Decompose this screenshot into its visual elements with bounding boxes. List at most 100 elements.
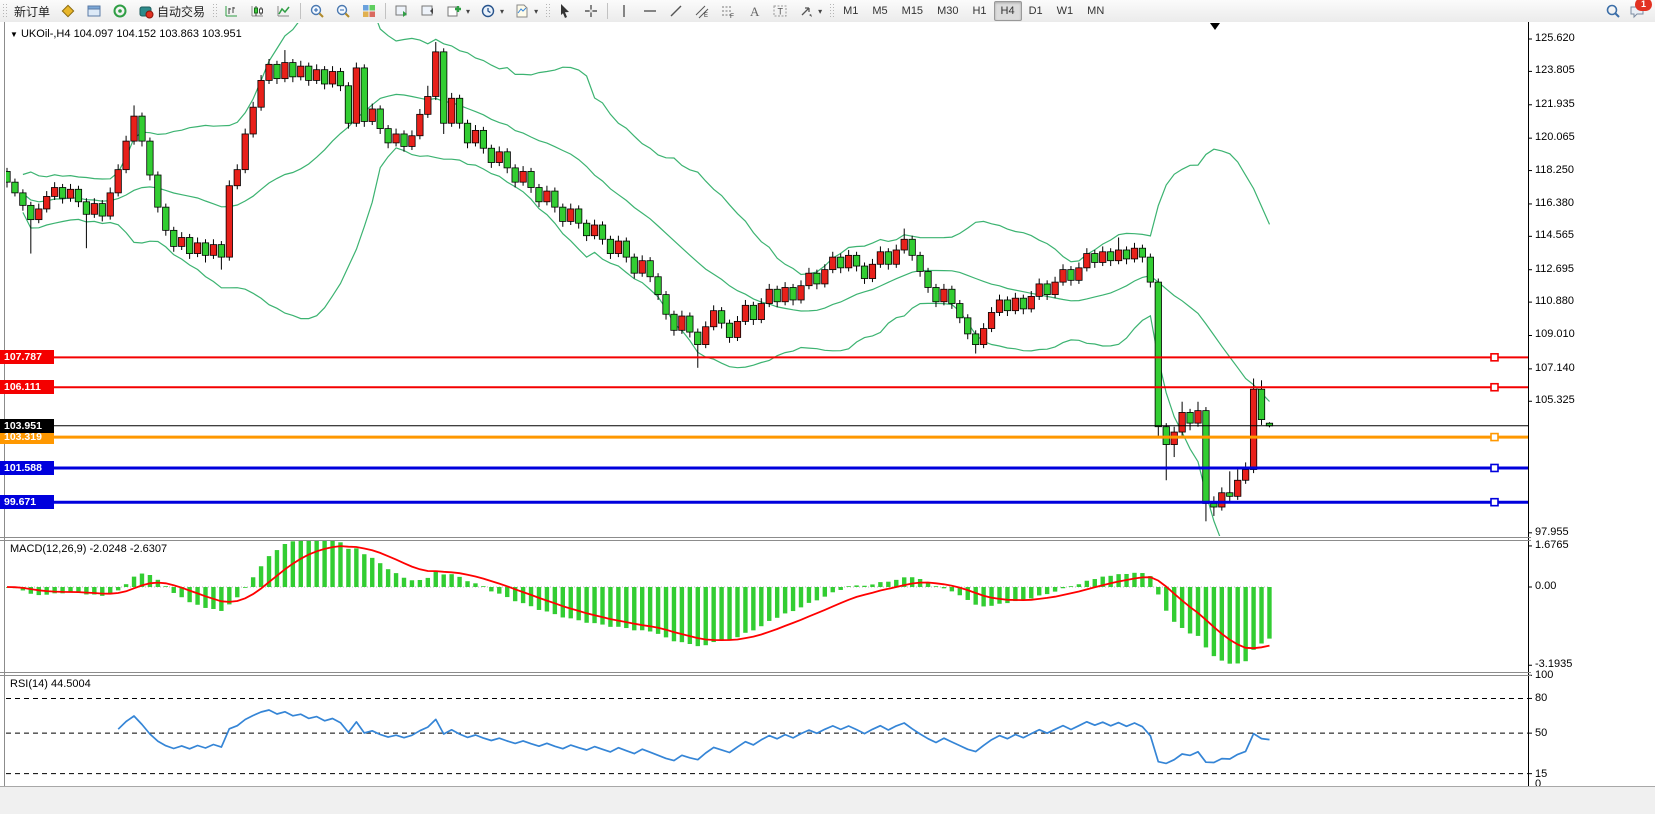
vertical-line-button[interactable]	[611, 1, 637, 21]
market-watch-icon	[60, 3, 76, 19]
candle	[163, 207, 169, 230]
dropdown-arrow-icon: ▾	[466, 7, 470, 16]
candle	[4, 171, 10, 182]
horizontal-line-button[interactable]	[637, 1, 663, 21]
macd-histogram-bar	[402, 578, 406, 587]
candle	[869, 264, 875, 278]
chart-shift-button[interactable]	[415, 1, 441, 21]
bar-chart-button[interactable]	[219, 1, 245, 21]
new-chart-button[interactable]: ▾	[441, 1, 475, 21]
candle	[496, 152, 502, 163]
toolbar-grip[interactable]	[545, 3, 550, 19]
equidistant-channel-button[interactable]: E	[689, 1, 715, 21]
candle	[1044, 284, 1050, 295]
crosshair-button[interactable]	[578, 1, 604, 21]
macd-histogram-bar	[997, 587, 1001, 604]
macd-histogram-bar	[719, 587, 723, 640]
timeframe-h1[interactable]: H1	[965, 1, 993, 21]
macd-histogram-bar	[100, 587, 104, 596]
timeframe-m15[interactable]: M15	[895, 1, 930, 21]
candle	[1107, 252, 1113, 261]
text-button[interactable]: A	[741, 1, 767, 21]
toolbar: 新订单 自动交易	[0, 0, 1655, 23]
timeframe-m1[interactable]: M1	[836, 1, 865, 21]
templates-button[interactable]: ▾	[509, 1, 543, 21]
autotrading-button[interactable]: 自动交易	[133, 1, 210, 21]
candle	[155, 175, 161, 207]
line-chart-button[interactable]	[271, 1, 297, 21]
hline-handle[interactable]	[1491, 384, 1498, 391]
macd-histogram-bar	[1156, 587, 1160, 594]
candle	[1139, 248, 1145, 257]
macd-histogram-bar	[307, 538, 311, 587]
macd-histogram-bar	[1069, 586, 1073, 587]
macd-histogram-bar	[394, 573, 398, 587]
macd-histogram-bar	[1037, 587, 1041, 595]
macd-histogram-bar	[1021, 587, 1025, 600]
timeframe-mn[interactable]: MN	[1080, 1, 1111, 21]
toolbar-grip[interactable]	[2, 3, 7, 19]
candle	[504, 152, 510, 168]
chart-canvas[interactable]	[0, 22, 1655, 814]
zoom-in-icon	[309, 3, 325, 19]
data-window-button[interactable]	[81, 1, 107, 21]
macd-histogram-bar	[426, 578, 430, 587]
timeframe-d1[interactable]: D1	[1022, 1, 1050, 21]
dropdown-arrow-icon: ▾	[534, 7, 538, 16]
candle	[12, 182, 18, 193]
macd-histogram-bar	[275, 550, 279, 587]
arrows-button[interactable]: ▾	[793, 1, 827, 21]
macd-histogram-bar	[886, 582, 890, 587]
candle	[623, 241, 629, 257]
candlestick-chart-button[interactable]	[245, 1, 271, 21]
text-label-button[interactable]: T	[767, 1, 793, 21]
crosshair-icon	[583, 3, 599, 19]
candle	[758, 304, 764, 320]
candle	[703, 327, 709, 345]
macd-histogram-bar	[1093, 579, 1097, 587]
svg-text:F: F	[730, 13, 734, 19]
signals-button[interactable]	[107, 1, 133, 21]
timeframe-m5[interactable]: M5	[865, 1, 894, 21]
macd-histogram-bar	[791, 587, 795, 611]
zoom-in-button[interactable]	[304, 1, 330, 21]
candle	[59, 188, 65, 199]
hline-handle[interactable]	[1491, 499, 1498, 506]
search-icon[interactable]	[1605, 3, 1621, 19]
timeframe-h4[interactable]: H4	[994, 1, 1022, 21]
macd-histogram-bar	[465, 581, 469, 587]
notifications-button[interactable]: 1	[1629, 3, 1645, 19]
fibonacci-button[interactable]: F	[715, 1, 741, 21]
macd-histogram-bar	[529, 587, 533, 606]
candle	[1052, 282, 1058, 294]
arrange-windows-button[interactable]	[389, 1, 415, 21]
timeframe-m30[interactable]: M30	[930, 1, 965, 21]
candle	[369, 109, 375, 121]
timeframe-toolbar: M1M5M15M30H1H4D1W1MN	[836, 1, 1111, 21]
candle	[298, 66, 304, 77]
hline-handle[interactable]	[1491, 464, 1498, 471]
timeframe-w1[interactable]: W1	[1050, 1, 1081, 21]
macd-histogram-bar	[878, 582, 882, 587]
hline-handle[interactable]	[1491, 434, 1498, 441]
zoom-out-button[interactable]	[330, 1, 356, 21]
periods-button[interactable]: ▾	[475, 1, 509, 21]
hline-handle[interactable]	[1491, 354, 1498, 361]
new-order-button[interactable]: 新订单	[9, 1, 55, 21]
macd-histogram-bar	[584, 587, 588, 623]
chart-window[interactable]: ▼ UKOil-,H4 104.097 104.152 103.863 103.…	[0, 22, 1655, 808]
trendline-button[interactable]	[663, 1, 689, 21]
tile-windows-button[interactable]	[356, 1, 382, 21]
toolbar-grip[interactable]	[212, 3, 217, 19]
toolbar-grip[interactable]	[829, 3, 834, 19]
candle	[1060, 270, 1066, 282]
market-watch-button[interactable]	[55, 1, 81, 21]
candle	[1242, 470, 1248, 481]
macd-histogram-bar	[839, 587, 843, 590]
macd-histogram-bar	[1132, 573, 1136, 587]
candle	[464, 123, 470, 143]
candle	[1115, 250, 1121, 261]
candle	[107, 193, 113, 216]
cursor-button[interactable]	[552, 1, 578, 21]
candle	[353, 68, 359, 123]
